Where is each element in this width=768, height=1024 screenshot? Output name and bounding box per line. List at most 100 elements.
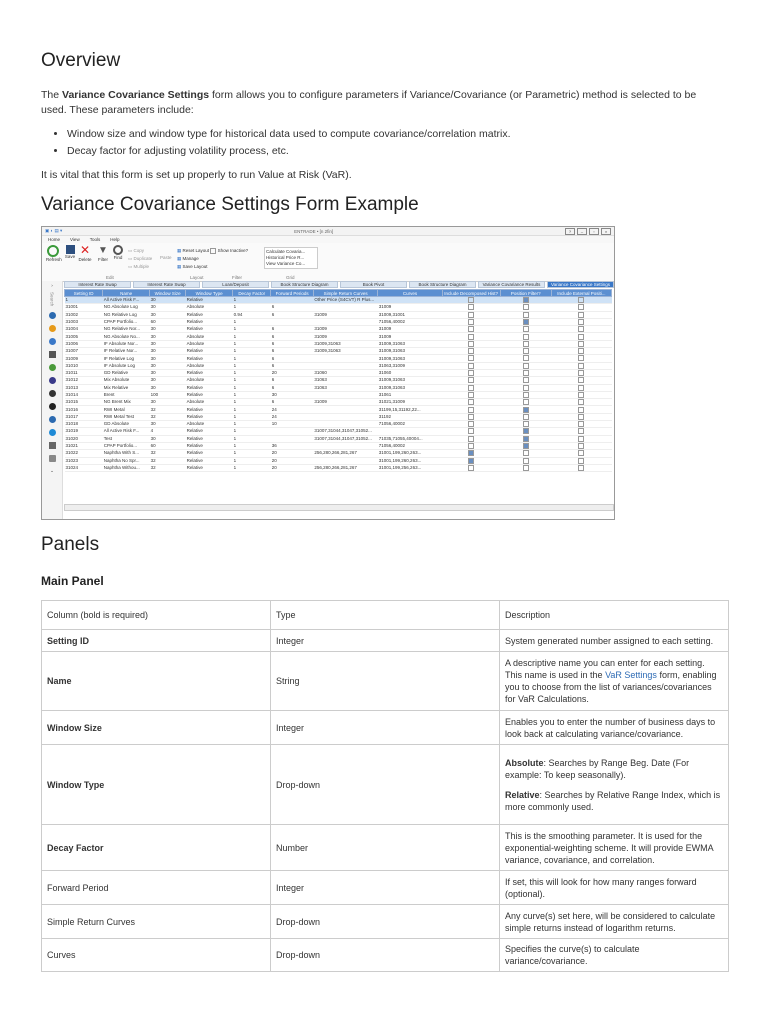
close-icon[interactable]: × bbox=[600, 227, 611, 235]
filter-button[interactable]: ▼ Filter bbox=[96, 245, 110, 262]
search-icon[interactable]: Search bbox=[50, 292, 55, 306]
grid-checkbox[interactable] bbox=[578, 450, 585, 456]
grid-row[interactable]: 31001 NG Absolute Log 30 Absolute 1 6 31009 bbox=[64, 303, 612, 312]
grid-checkbox[interactable] bbox=[468, 333, 475, 340]
copy-button[interactable]: ▭ Copy bbox=[128, 247, 152, 255]
grid-row[interactable]: 31004 NG Relative Nor... 30 Relative 1 6 31009… bbox=[64, 325, 612, 334]
grid-checkbox[interactable] bbox=[578, 406, 585, 413]
grid-checkbox[interactable] bbox=[468, 428, 475, 435]
grid-list[interactable]: Calculate Covaria... Historical Price R.… bbox=[264, 247, 318, 269]
grid-checkbox[interactable] bbox=[468, 311, 475, 318]
grid-checkbox[interactable] bbox=[578, 435, 585, 442]
tag-icon[interactable] bbox=[48, 416, 56, 424]
tab-item[interactable]: Variance Covariance Results bbox=[478, 281, 545, 288]
grid-checkbox[interactable] bbox=[522, 377, 529, 384]
grid-column-header[interactable]: Include External Positi... bbox=[550, 289, 613, 297]
grid-row[interactable]: 1 All Active Risk F... 30 Relative 1 Other Pr… bbox=[64, 296, 612, 305]
drop-icon[interactable] bbox=[48, 403, 56, 411]
grid-checkbox[interactable] bbox=[522, 406, 529, 413]
grid-checkbox[interactable] bbox=[578, 355, 585, 362]
grid-row[interactable]: 31022 Naphtha With S... 32 Relative 1 20 256,2… bbox=[64, 449, 612, 458]
manage-button[interactable]: ▦ Manage bbox=[177, 255, 248, 263]
grid-checkbox[interactable] bbox=[468, 391, 475, 398]
grid-row[interactable]: 31007 IF Relative Nor... 30 Relative 1 6 31009… bbox=[64, 347, 612, 356]
grid-column-header[interactable]: Window Type bbox=[185, 289, 234, 297]
grid-checkbox[interactable] bbox=[522, 413, 529, 420]
people-icon[interactable] bbox=[48, 338, 56, 346]
save-button[interactable]: Save bbox=[64, 245, 76, 259]
menu-home[interactable]: Home bbox=[48, 237, 60, 242]
minimize-icon[interactable]: – bbox=[576, 227, 587, 235]
grid-checkbox[interactable] bbox=[468, 464, 475, 471]
tab-item[interactable]: Book Structure Diagram bbox=[409, 281, 476, 288]
grid-checkbox[interactable] bbox=[522, 311, 529, 318]
grid-checkbox[interactable] bbox=[578, 333, 585, 340]
grid-checkbox[interactable] bbox=[522, 450, 529, 456]
grid-checkbox[interactable] bbox=[468, 355, 475, 362]
grid-column-header[interactable]: Position Filter? bbox=[499, 289, 552, 297]
grid-checkbox[interactable] bbox=[522, 355, 529, 362]
lock-icon[interactable] bbox=[48, 455, 56, 463]
grid-checkbox[interactable] bbox=[578, 421, 585, 427]
tab-item[interactable]: Book Structure Diagram bbox=[271, 281, 338, 288]
grid-checkbox[interactable] bbox=[468, 421, 475, 427]
grid-checkbox[interactable] bbox=[468, 370, 475, 376]
grid-column-header[interactable]: Curves bbox=[377, 289, 443, 297]
grid-checkbox[interactable] bbox=[522, 333, 529, 340]
globe-icon[interactable] bbox=[48, 429, 56, 437]
grid-row[interactable]: 31013 Mix Relative 30 Relative 1 6 31063 31009,… bbox=[64, 384, 612, 392]
grid-checkbox[interactable] bbox=[522, 297, 529, 303]
delete-button[interactable]: ✕ Delete bbox=[78, 244, 92, 262]
refresh-button[interactable]: Refresh bbox=[46, 245, 62, 262]
grid-column-header[interactable]: Include Decomposed Hist? bbox=[441, 289, 501, 297]
grid-checkbox[interactable] bbox=[578, 318, 585, 325]
grid-checkbox[interactable] bbox=[578, 340, 585, 347]
grid-row[interactable]: 31019 All Active Risk F... 4 Relative 1 31007… bbox=[64, 427, 612, 436]
grid-column-header[interactable]: Decay Factor bbox=[232, 289, 272, 297]
scale-icon[interactable] bbox=[48, 377, 56, 385]
grid-checkbox[interactable] bbox=[468, 340, 475, 347]
ship-icon[interactable] bbox=[48, 442, 56, 450]
circle-icon[interactable] bbox=[48, 325, 56, 333]
menu-tools[interactable]: Tools bbox=[90, 237, 101, 242]
grid-checkbox[interactable] bbox=[578, 457, 585, 464]
grid-checkbox[interactable] bbox=[468, 318, 475, 325]
multiple-button[interactable]: ▭ Multiple bbox=[128, 263, 152, 271]
menu-help[interactable]: Help bbox=[110, 237, 119, 242]
paste-button[interactable]: Paste bbox=[160, 255, 172, 260]
help-icon[interactable]: ? bbox=[564, 227, 575, 235]
grid-checkbox[interactable] bbox=[578, 384, 585, 391]
show-inactive-checkbox[interactable] bbox=[210, 247, 217, 254]
grid-checkbox[interactable] bbox=[578, 370, 585, 376]
menu-view[interactable]: View bbox=[70, 237, 80, 242]
grid-checkbox[interactable] bbox=[468, 457, 475, 464]
grid-column-header[interactable]: Window Size bbox=[149, 289, 187, 297]
maximize-icon[interactable]: ▫ bbox=[588, 227, 599, 235]
find-button[interactable]: Find bbox=[112, 245, 124, 260]
grid-checkbox[interactable] bbox=[578, 362, 585, 369]
grid-checkbox[interactable] bbox=[578, 428, 585, 435]
duplicate-button[interactable]: ▭ Duplicate bbox=[128, 255, 152, 263]
grid-column-header[interactable]: Simple Return Curves bbox=[312, 289, 379, 297]
var-settings-link[interactable]: VaR Settings bbox=[605, 670, 657, 680]
grid-row[interactable]: 31010 IF Absolute Log 30 Absolute 1 6 31063,31… bbox=[64, 362, 612, 370]
grid-row[interactable]: 31018 GD Absolute 30 Absolute 1 10 71056,40002 bbox=[64, 420, 612, 429]
grid-checkbox[interactable] bbox=[578, 348, 585, 354]
grid-checkbox[interactable] bbox=[578, 464, 585, 471]
grid-checkbox[interactable] bbox=[468, 326, 475, 332]
save-layout-button[interactable]: ▦ Save Layout bbox=[177, 263, 248, 271]
grid-checkbox[interactable] bbox=[522, 340, 529, 347]
grid-checkbox[interactable] bbox=[522, 304, 529, 311]
grid-checkbox[interactable] bbox=[468, 362, 475, 369]
grid-checkbox[interactable] bbox=[468, 435, 475, 442]
grid-checkbox[interactable] bbox=[468, 304, 475, 311]
grid-checkbox[interactable] bbox=[578, 442, 585, 449]
grid-row[interactable]: 31023 Naphtha No Spr... 32 Relative 1 20 31001… bbox=[64, 457, 612, 465]
grid-checkbox[interactable] bbox=[522, 399, 529, 405]
grid-checkbox[interactable] bbox=[578, 297, 585, 303]
grid-checkbox[interactable] bbox=[578, 413, 585, 420]
grid-row[interactable]: 31006 IF Absolute Nor... 30 Absolute 1 6 31009… bbox=[64, 340, 612, 349]
grid-checkbox[interactable] bbox=[522, 464, 529, 471]
letter-a-icon[interactable] bbox=[48, 390, 56, 398]
grid-row[interactable]: 31016 RWI Metal 32 Relative 1 24 31199,15,3119… bbox=[64, 405, 612, 414]
